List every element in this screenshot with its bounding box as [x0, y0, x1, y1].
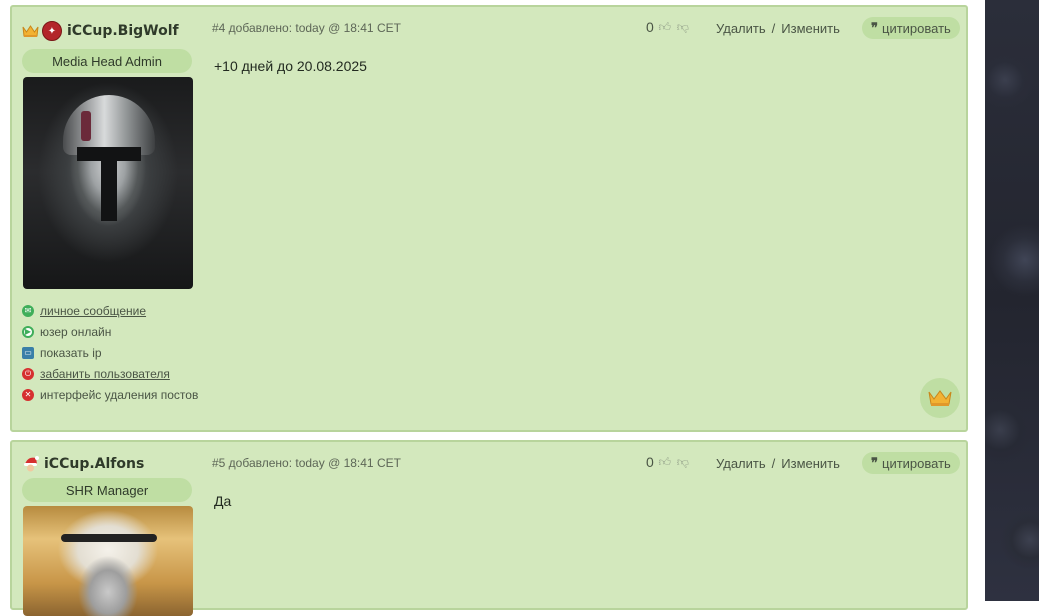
action-delete-interface[interactable]: ✕ интерфейс удаления постов — [22, 384, 198, 405]
status-online: ▶ юзер онлайн — [22, 321, 198, 342]
thumbs-up-icon[interactable]: 👍︎ — [658, 455, 672, 469]
forum-post: ✦ iCCup.BigWolf Media Head Admin ✉ лично… — [10, 5, 968, 432]
action-ban-user[interactable]: ⏻ забанить пользователя — [22, 363, 198, 384]
action-label[interactable]: личное сообщение — [40, 304, 146, 318]
post-edit-links: Удалить / Изменить — [716, 21, 840, 36]
quote-button[interactable]: ❞ цитировать — [862, 17, 960, 39]
page-background-art — [985, 0, 1039, 601]
emblem-icon: ✦ — [42, 21, 62, 41]
message-icon: ✉ — [22, 304, 34, 317]
post-edit-links: Удалить / Изменить — [716, 456, 840, 471]
crown-badge — [920, 378, 960, 418]
username[interactable]: iCCup.Alfons — [44, 456, 144, 472]
post-meta: #4 добавлено: today @ 18:41 CET — [212, 21, 401, 35]
vote-block: 0 👍︎ 👎︎ — [646, 454, 690, 470]
edit-link[interactable]: Изменить — [781, 21, 840, 36]
santa-icon — [24, 456, 39, 472]
thumbs-up-icon[interactable]: 👍︎ — [658, 20, 672, 34]
action-label: юзер онлайн — [40, 324, 112, 339]
action-label[interactable]: интерфейс удаления постов — [40, 388, 198, 402]
user-actions: ✉ личное сообщение ▶ юзер онлайн ▭ показ… — [22, 300, 198, 405]
monitor-icon: ▭ — [22, 346, 34, 359]
thumbs-down-icon[interactable]: 👎︎ — [676, 20, 690, 34]
vote-count: 0 — [646, 454, 654, 470]
quote-label: цитировать — [882, 455, 951, 471]
username[interactable]: iCCup.BigWolf — [67, 23, 179, 39]
action-show-ip[interactable]: ▭ показать ip — [22, 342, 198, 363]
quote-label: цитировать — [882, 20, 951, 36]
vote-count: 0 — [646, 19, 654, 35]
avatar — [23, 506, 193, 616]
post-body: +10 дней до 20.08.2025 — [214, 58, 367, 74]
role-badge: Media Head Admin — [22, 49, 192, 73]
avatar — [23, 77, 193, 289]
delete-icon: ✕ — [22, 388, 34, 401]
action-label[interactable]: забанить пользователя — [40, 367, 170, 381]
action-private-message[interactable]: ✉ личное сообщение — [22, 300, 198, 321]
action-label[interactable]: показать ip — [40, 346, 102, 360]
delete-link[interactable]: Удалить — [716, 21, 766, 36]
delete-link[interactable]: Удалить — [716, 456, 766, 471]
online-icon: ▶ — [22, 325, 34, 338]
username-row: ✦ iCCup.BigWolf — [22, 19, 179, 43]
username-row: iCCup.Alfons — [22, 452, 144, 476]
edit-link[interactable]: Изменить — [781, 456, 840, 471]
separator: / — [771, 456, 776, 471]
post-body: Да — [214, 493, 232, 509]
power-icon: ⏻ — [22, 367, 34, 380]
separator: / — [771, 21, 776, 36]
crown-icon — [928, 390, 952, 406]
quote-button[interactable]: ❞ цитировать — [862, 452, 960, 474]
quote-icon: ❞ — [871, 20, 878, 35]
vote-block: 0 👍︎ 👎︎ — [646, 19, 690, 35]
role-badge: SHR Manager — [22, 478, 192, 502]
post-meta: #5 добавлено: today @ 18:41 CET — [212, 456, 401, 470]
crown-icon — [22, 25, 39, 37]
forum-post: iCCup.Alfons SHR Manager #5 добавлено: t… — [10, 440, 968, 616]
thumbs-down-icon[interactable]: 👎︎ — [676, 455, 690, 469]
quote-icon: ❞ — [871, 455, 878, 470]
